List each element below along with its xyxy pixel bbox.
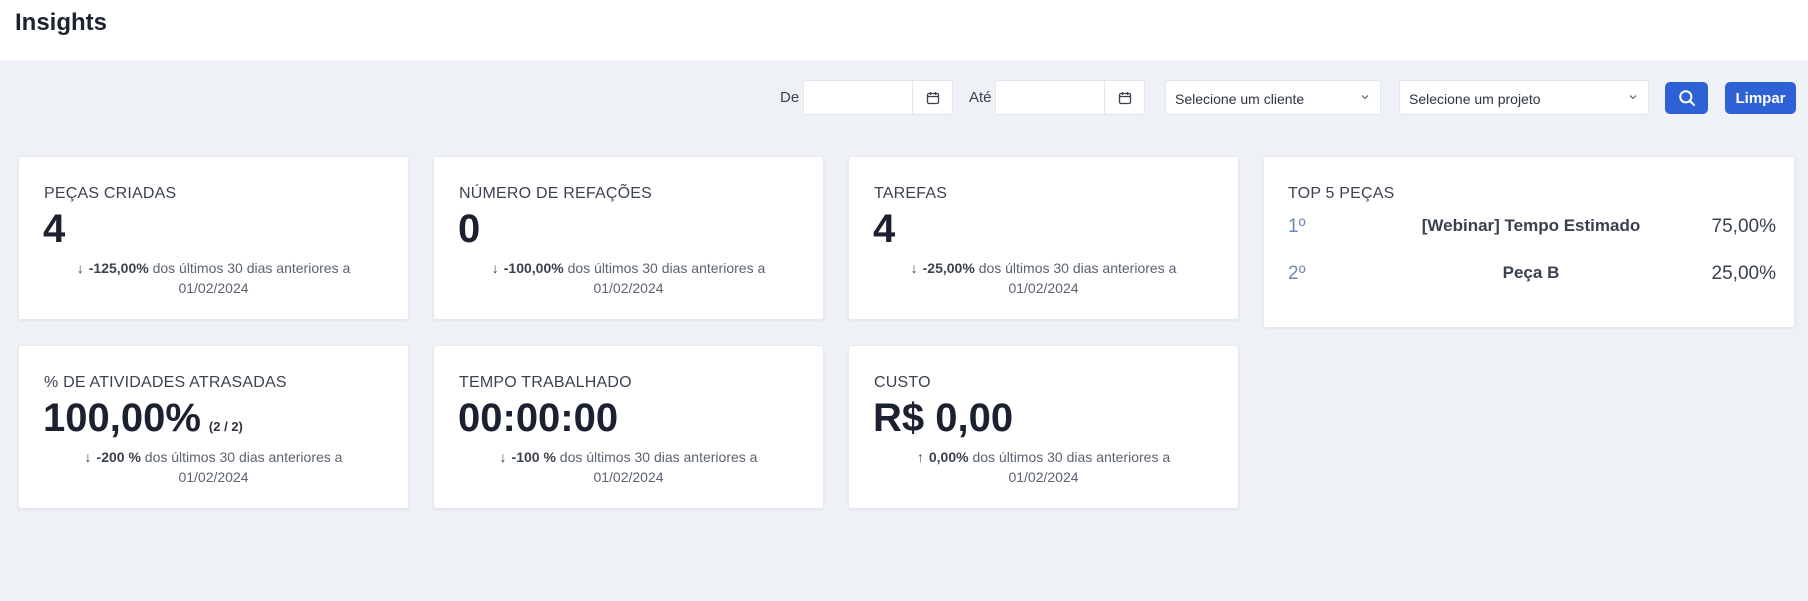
card-numero-refacoes: NÚMERO DE REFAÇÕES 0 ↓ -100,00% dos últim…	[433, 156, 824, 320]
card-delta: -25,00%	[922, 260, 975, 276]
card-top5-pecas: TOP 5 PEÇAS 1º [Webinar] Tempo Estimado …	[1263, 156, 1795, 328]
card-footer-text: dos últimos 30 dias anteriores a	[144, 449, 343, 465]
card-title: CUSTO	[874, 374, 931, 391]
top5-percentage: 25,00%	[1711, 263, 1776, 284]
project-select[interactable]: Selecione um projeto	[1399, 80, 1649, 115]
to-label: Até	[969, 89, 992, 106]
client-select[interactable]: Selecione um cliente	[1165, 80, 1381, 115]
from-calendar-button[interactable]	[913, 80, 953, 115]
card-tempo-trabalhado: TEMPO TRABALHADO 00:00:00 ↓ -100 % dos úl…	[433, 345, 824, 509]
to-date-input[interactable]	[995, 80, 1105, 115]
card-footer-text: dos últimos 30 dias anteriores a	[972, 449, 1171, 465]
card-title: NÚMERO DE REFAÇÕES	[459, 185, 652, 202]
from-date-input[interactable]	[803, 80, 913, 115]
card-delta: 0,00%	[928, 449, 969, 465]
page-title: Insights	[15, 9, 108, 36]
card-footer: ↓ -200 % dos últimos 30 dias anteriores a…	[19, 447, 408, 487]
top5-name: [Webinar] Tempo Estimado	[1421, 216, 1641, 235]
card-delta: -125,00%	[88, 260, 149, 276]
card-delta: -100,00%	[503, 260, 564, 276]
card-value: 4	[43, 207, 66, 251]
filters-bar: De Até Selecione um cliente Selecione um…	[0, 80, 1808, 116]
card-footer-date: 01/02/2024	[178, 280, 249, 296]
search-button[interactable]	[1665, 82, 1708, 114]
card-footer: ↓ -100,00% dos últimos 30 dias anteriores…	[434, 258, 823, 298]
card-delta: -200 %	[96, 449, 141, 465]
project-select-value: Selecione um projeto	[1409, 91, 1541, 107]
top5-rank: 2º	[1288, 263, 1306, 284]
card-footer-date: 01/02/2024	[1008, 469, 1079, 485]
top5-percentage: 75,00%	[1711, 216, 1776, 237]
top-bar: Insights	[0, 0, 1808, 60]
card-title: TEMPO TRABALHADO	[459, 374, 632, 391]
chevron-down-icon	[1361, 95, 1369, 100]
top5-rank: 1º	[1288, 216, 1306, 237]
arrow-down-icon: ↓	[76, 260, 84, 276]
calendar-icon	[926, 91, 939, 104]
card-title: TOP 5 PEÇAS	[1288, 185, 1395, 202]
card-footer-date: 01/02/2024	[593, 469, 664, 485]
card-atividades-atrasadas: % DE ATIVIDADES ATRASADAS 100,00% (2 / 2)…	[18, 345, 409, 509]
clear-button[interactable]: Limpar	[1725, 82, 1796, 114]
card-title: TAREFAS	[874, 185, 948, 202]
client-select-value: Selecione um cliente	[1175, 91, 1305, 107]
arrow-down-icon: ↓	[910, 260, 918, 276]
card-value: R$ 0,00	[873, 396, 1014, 440]
card-pecas-criadas: PEÇAS CRIADAS 4 ↓ -125,00% dos últimos 30…	[18, 156, 409, 320]
card-footer: ↓ -125,00% dos últimos 30 dias anteriores…	[19, 258, 408, 298]
card-value: 100,00% (2 / 2)	[43, 396, 243, 440]
card-footer: ↓ -25,00% dos últimos 30 dias anteriores …	[849, 258, 1238, 298]
top5-row: 1º [Webinar] Tempo Estimado 75,00%	[1288, 216, 1776, 240]
card-value-sub: (2 / 2)	[208, 419, 243, 434]
to-calendar-button[interactable]	[1105, 80, 1145, 115]
card-title: % DE ATIVIDADES ATRASADAS	[44, 374, 287, 391]
card-value: 0	[458, 207, 481, 251]
card-footer: ↑ 0,00% dos últimos 30 dias anteriores a …	[849, 447, 1238, 487]
card-footer-date: 01/02/2024	[178, 469, 249, 485]
chevron-down-icon	[1629, 95, 1637, 100]
card-value: 00:00:00	[458, 396, 619, 440]
top5-name: Peça B	[1502, 263, 1560, 282]
card-footer-text: dos últimos 30 dias anteriores a	[559, 449, 758, 465]
card-custo: CUSTO R$ 0,00 ↑ 0,00% dos últimos 30 dias…	[848, 345, 1239, 509]
card-delta: -100 %	[511, 449, 556, 465]
arrow-up-icon: ↑	[916, 449, 924, 465]
arrow-down-icon: ↓	[499, 449, 507, 465]
top5-row: 2º Peça B 25,00%	[1288, 263, 1776, 287]
arrow-down-icon: ↓	[84, 449, 92, 465]
search-icon	[1678, 90, 1695, 106]
arrow-down-icon: ↓	[491, 260, 499, 276]
card-footer: ↓ -100 % dos últimos 30 dias anteriores a…	[434, 447, 823, 487]
card-footer-text: dos últimos 30 dias anteriores a	[152, 260, 351, 276]
card-footer-date: 01/02/2024	[1008, 280, 1079, 296]
calendar-icon	[1118, 91, 1131, 104]
from-label: De	[780, 89, 800, 106]
card-title: PEÇAS CRIADAS	[44, 185, 177, 202]
card-footer-text: dos últimos 30 dias anteriores a	[567, 260, 766, 276]
card-footer-date: 01/02/2024	[593, 280, 664, 296]
card-tarefas: TAREFAS 4 ↓ -25,00% dos últimos 30 dias a…	[848, 156, 1239, 320]
card-footer-text: dos últimos 30 dias anteriores a	[978, 260, 1177, 276]
card-value: 4	[873, 207, 896, 251]
